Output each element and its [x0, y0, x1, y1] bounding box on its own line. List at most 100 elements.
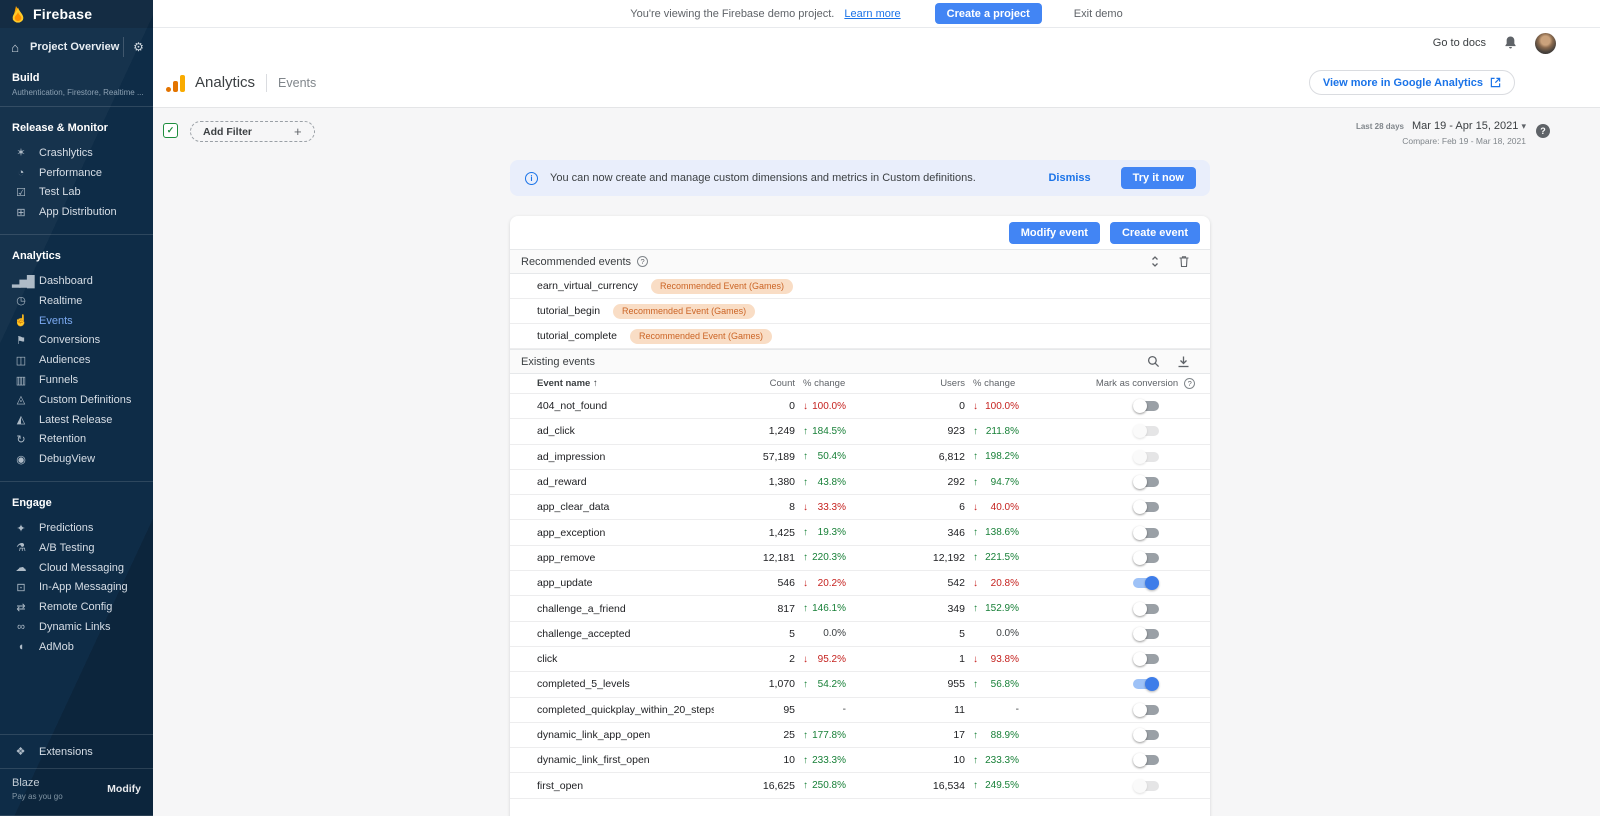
- conversion-toggle[interactable]: [1133, 500, 1159, 514]
- sidebar-nav-entry[interactable]: ✶ Crashlytics: [0, 143, 153, 163]
- sidebar-nav-entry[interactable]: ◬ Custom Definitions: [0, 390, 153, 410]
- count-change-cell: 0.0%: [795, 628, 846, 639]
- create-event-button[interactable]: Create event: [1110, 222, 1200, 244]
- help-icon[interactable]: ?: [637, 256, 648, 267]
- sidebar-nav-entry[interactable]: ∞ Dynamic Links: [0, 617, 153, 637]
- conversion-toggle[interactable]: [1133, 652, 1159, 666]
- conversion-toggle[interactable]: [1133, 475, 1159, 489]
- sidebar-nav-entry[interactable]: ☁ Cloud Messaging: [0, 558, 153, 578]
- conversion-toggle[interactable]: [1133, 576, 1159, 590]
- sidebar-nav-entry[interactable]: ◭ Latest Release: [0, 410, 153, 430]
- download-icon[interactable]: [1177, 355, 1190, 368]
- conversion-toggle[interactable]: [1133, 551, 1159, 565]
- firebase-logo-row[interactable]: Firebase: [0, 0, 153, 28]
- conversion-toggle[interactable]: [1133, 450, 1159, 464]
- unfold-sort-icon[interactable]: [1149, 255, 1161, 268]
- build-section[interactable]: Build Authentication, Firestore, Realtim…: [0, 62, 153, 106]
- sidebar-nav-entry[interactable]: ▂▅█ Dashboard: [0, 271, 153, 291]
- event-row[interactable]: first_open 16,625 250.8% 16,534 249.5%: [510, 773, 1210, 798]
- event-count: 1,380: [714, 476, 795, 488]
- sidebar-nav-entry[interactable]: ⊡ In-App Messaging: [0, 578, 153, 598]
- filter-status-icon[interactable]: ✓: [163, 123, 178, 138]
- help-icon[interactable]: ?: [1536, 124, 1550, 138]
- view-more-in-ga-button[interactable]: View more in Google Analytics: [1309, 70, 1515, 95]
- add-filter-button[interactable]: Add Filter +: [190, 121, 315, 142]
- event-row[interactable]: challenge_a_friend 817 146.1% 349 152.9%: [510, 596, 1210, 621]
- modify-event-button[interactable]: Modify event: [1009, 222, 1100, 244]
- event-row[interactable]: app_remove 12,181 220.3% 12,192 221.5%: [510, 546, 1210, 571]
- event-row[interactable]: dynamic_link_app_open 25 177.8% 17 88.9%: [510, 723, 1210, 748]
- column-count[interactable]: Count: [714, 378, 795, 389]
- realtime-icon: ◷: [12, 294, 29, 307]
- settings-gear-button[interactable]: ⚙: [123, 37, 153, 57]
- sidebar-nav-entry[interactable]: ◖ AdMob: [0, 637, 153, 657]
- conversion-toggle[interactable]: [1133, 677, 1159, 691]
- event-row[interactable]: 404_not_found 0 100.0% 0 100.0%: [510, 394, 1210, 419]
- sidebar-nav-entry[interactable]: ◫ Audiences: [0, 350, 153, 370]
- delete-trash-icon[interactable]: [1178, 255, 1190, 268]
- event-users: 346: [846, 527, 965, 539]
- sidebar-nav-entry[interactable]: ◉ DebugView: [0, 449, 153, 469]
- sidebar-nav-entry[interactable]: Engage: [0, 482, 153, 518]
- sidebar-nav-entry[interactable]: ⚗ A/B Testing: [0, 538, 153, 558]
- conversion-toggle[interactable]: [1133, 753, 1159, 767]
- column-users-change[interactable]: % change: [965, 378, 1019, 389]
- sidebar-nav-entry[interactable]: ⇄ Remote Config: [0, 597, 153, 617]
- conversion-toggle[interactable]: [1133, 627, 1159, 641]
- try-it-now-button[interactable]: Try it now: [1121, 167, 1196, 189]
- sidebar-nav-entry[interactable]: ✦ Predictions: [0, 518, 153, 538]
- event-row[interactable]: ad_impression 57,189 50.4% 6,812 198.2%: [510, 445, 1210, 470]
- event-count: 95: [714, 704, 795, 716]
- conversion-toggle[interactable]: [1133, 602, 1159, 616]
- event-row[interactable]: completed_5_levels 1,070 54.2% 955 56.8%: [510, 672, 1210, 697]
- recommended-event-row[interactable]: tutorial_complete Recommended Event (Gam…: [510, 324, 1210, 349]
- event-row[interactable]: ad_click 1,249 184.5% 923 211.8%: [510, 419, 1210, 444]
- sidebar-nav-entry[interactable]: Release & Monitor: [0, 107, 153, 143]
- help-icon[interactable]: ?: [1184, 378, 1195, 389]
- conversion-toggle[interactable]: [1133, 424, 1159, 438]
- conversion-toggle[interactable]: [1133, 526, 1159, 540]
- conversions-icon: ⚑: [12, 334, 29, 347]
- sidebar-nav-entry[interactable]: ◔ Performance: [0, 163, 153, 183]
- learn-more-link[interactable]: Learn more: [844, 8, 900, 20]
- recommended-event-row[interactable]: tutorial_begin Recommended Event (Games): [510, 299, 1210, 324]
- sidebar-nav-entry[interactable]: ▥ Funnels: [0, 370, 153, 390]
- event-row[interactable]: app_update 546 20.2% 542 20.8%: [510, 571, 1210, 596]
- sidebar-nav-entry[interactable]: ⚑ Conversions: [0, 331, 153, 351]
- plan-modify-button[interactable]: Modify: [107, 783, 141, 795]
- user-avatar[interactable]: [1535, 33, 1556, 54]
- event-row[interactable]: completed_quickplay_within_20_steps 95 -…: [510, 698, 1210, 723]
- column-change[interactable]: % change: [795, 378, 846, 389]
- event-row[interactable]: ad_reward 1,380 43.8% 292 94.7%: [510, 470, 1210, 495]
- conversion-toggle[interactable]: [1133, 779, 1159, 793]
- sidebar-nav-entry[interactable]: Analytics: [0, 235, 153, 271]
- sidebar-nav-entry[interactable]: ↻ Retention: [0, 430, 153, 450]
- conversion-toggle[interactable]: [1133, 703, 1159, 717]
- column-users[interactable]: Users: [846, 378, 965, 389]
- notifications-bell-icon[interactable]: [1503, 35, 1518, 51]
- sidebar-nav-entry[interactable]: ⊞ App Distribution: [0, 202, 153, 222]
- exit-demo-button[interactable]: Exit demo: [1074, 8, 1123, 20]
- event-row[interactable]: challenge_accepted 5 0.0% 5 0.0%: [510, 622, 1210, 647]
- recommended-event-row[interactable]: earn_virtual_currency Recommended Event …: [510, 274, 1210, 299]
- conversion-toggle[interactable]: [1133, 399, 1159, 413]
- create-project-button[interactable]: Create a project: [935, 3, 1042, 24]
- sidebar-nav-entry[interactable]: ◷ Realtime: [0, 291, 153, 311]
- sidebar-nav-entry[interactable]: ☑ Test Lab: [0, 183, 153, 203]
- trend-arrow-icon: [803, 527, 815, 538]
- conversion-toggle[interactable]: [1133, 728, 1159, 742]
- product-name: Analytics: [195, 74, 255, 91]
- search-icon[interactable]: [1147, 355, 1160, 368]
- project-overview-row[interactable]: ⌂ Project Overview ⚙: [0, 32, 153, 62]
- event-row[interactable]: click 2 95.2% 1 93.8%: [510, 647, 1210, 672]
- event-row[interactable]: dynamic_link_first_open 10 233.3% 10 233…: [510, 748, 1210, 773]
- column-event-name[interactable]: Event name ↑: [510, 378, 714, 389]
- date-range-selector[interactable]: Mar 19 - Apr 15, 2021 ▾: [1412, 120, 1526, 132]
- sidebar-item-extensions[interactable]: ❖ Extensions: [0, 734, 153, 768]
- dismiss-button[interactable]: Dismiss: [1048, 172, 1090, 184]
- event-row[interactable]: app_clear_data 8 33.3% 6 40.0%: [510, 495, 1210, 520]
- go-to-docs-link[interactable]: Go to docs: [1433, 37, 1486, 49]
- event-row[interactable]: app_exception 1,425 19.3% 346 138.6%: [510, 520, 1210, 545]
- sidebar-nav-entry[interactable]: ☝ Events: [0, 311, 153, 331]
- event-name: first_open: [510, 780, 714, 792]
